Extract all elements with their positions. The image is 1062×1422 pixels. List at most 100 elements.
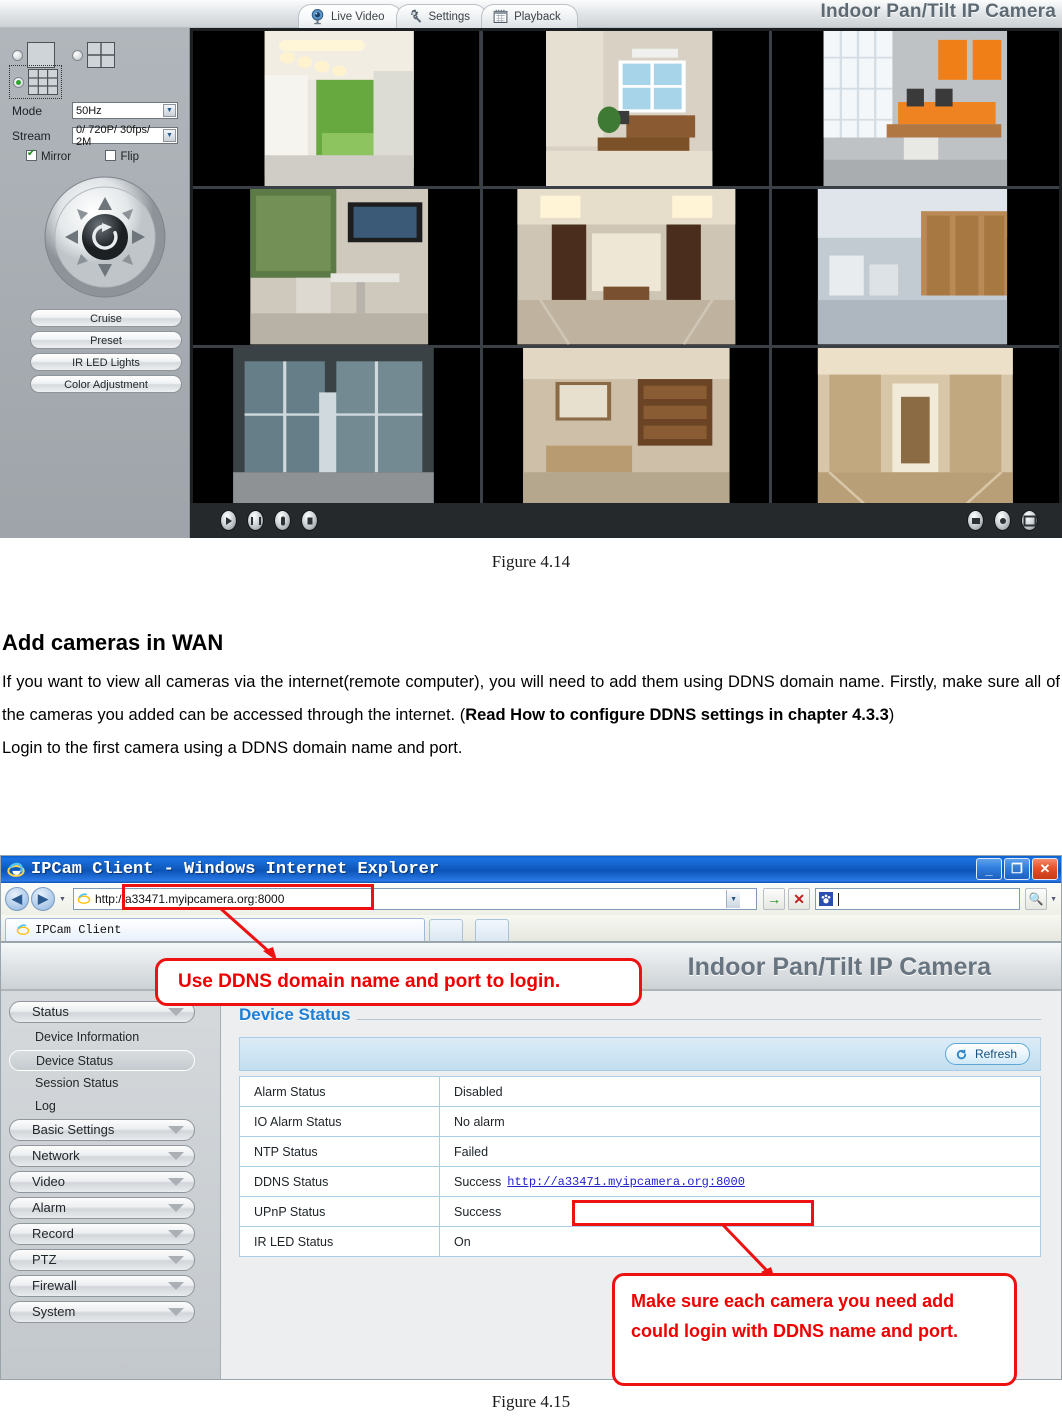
new-tab-button[interactable]	[429, 919, 463, 941]
sidebar-item-system[interactable]: System	[9, 1301, 195, 1323]
ddns-status-text: Success	[454, 1174, 502, 1189]
layout-option-quad[interactable]	[71, 42, 116, 68]
speaker-icon[interactable]	[301, 510, 318, 531]
maximize-button[interactable]: ❐	[1004, 858, 1030, 880]
ir-led-lights-button[interactable]: IR LED Lights	[30, 353, 182, 371]
sidebar-item-ptz[interactable]: PTZ	[9, 1249, 195, 1271]
radio-quad-icon[interactable]	[71, 49, 83, 61]
video-cell[interactable]	[772, 347, 1059, 503]
video-cell[interactable]	[772, 189, 1059, 345]
tab-live-video[interactable]: Live Video	[298, 4, 402, 28]
window-buttons: _ ❐ ✕	[976, 858, 1058, 880]
tab-list-button[interactable]	[475, 919, 509, 941]
forward-button[interactable]: ▶	[31, 887, 55, 911]
video-cell[interactable]	[193, 189, 480, 345]
sidebar-item-session-status[interactable]: Session Status	[9, 1073, 195, 1094]
video-feed-lobby-green	[193, 31, 480, 187]
ddns-url-link[interactable]: http://a33471.myipcamera.org:8000	[507, 1175, 745, 1189]
mode-select[interactable]: 50Hz ▼	[72, 102, 178, 119]
snapshot-icon[interactable]	[967, 510, 984, 531]
grid-1-icon	[27, 42, 56, 68]
device-status-table: Alarm Status Disabled IO Alarm Status No…	[239, 1076, 1041, 1257]
minimize-button[interactable]: _	[976, 858, 1002, 880]
sidebar-item-firewall-label: Firewall	[32, 1278, 77, 1293]
sidebar-item-firewall[interactable]: Firewall	[9, 1275, 195, 1297]
microphone-icon[interactable]	[274, 510, 291, 531]
table-row: IR LED Status On	[240, 1227, 1040, 1257]
video-feed-glass-entrance	[193, 347, 480, 503]
radio-nine-icon[interactable]	[13, 76, 24, 88]
back-button[interactable]: ◀	[5, 887, 29, 911]
record-icon[interactable]	[994, 510, 1011, 531]
callout-2-text: Make sure each camera you need add could…	[631, 1291, 958, 1341]
sidebar-item-device-status[interactable]: Device Status	[9, 1050, 195, 1071]
browser-title-text: IPCam Client - Windows Internet Explorer	[31, 860, 440, 879]
paragraph-1-bold: Read How to configure DDNS settings in c…	[465, 706, 889, 724]
status-value: Failed	[454, 1144, 489, 1159]
status-key: DDNS Status	[240, 1167, 440, 1196]
status-key: IO Alarm Status	[240, 1107, 440, 1136]
sidebar-item-network-label: Network	[32, 1148, 80, 1163]
layout-option-nine[interactable]	[8, 65, 63, 99]
close-button[interactable]: ✕	[1032, 858, 1058, 880]
video-cell[interactable]	[482, 189, 770, 345]
layout-option-single[interactable]	[12, 42, 56, 68]
camera-icon	[311, 9, 324, 25]
preset-button[interactable]: Preset	[30, 331, 182, 349]
search-input[interactable]	[815, 888, 1021, 910]
stop-x-icon[interactable]: ✕	[788, 888, 811, 910]
camera-ui-banner-title: Indoor Pan/Tilt IP Camera	[687, 953, 991, 981]
address-bar[interactable]: http://a33471.myipcamera.org:8000 ▼	[72, 888, 758, 910]
chevron-down-icon[interactable]: ▼	[163, 104, 176, 117]
flip-checkbox[interactable]	[105, 150, 117, 161]
status-key: UPnP Status	[240, 1197, 440, 1226]
history-dropdown-icon[interactable]: ▼	[59, 896, 66, 903]
video-cell[interactable]	[193, 347, 480, 503]
video-grid	[193, 31, 1059, 503]
ptz-action-buttons: Cruise Preset IR LED Lights Color Adjust…	[30, 309, 182, 397]
document-text-block: Add cameras in WAN If you want to view a…	[0, 630, 1062, 765]
ptz-joystick[interactable]	[32, 173, 178, 301]
chevron-down-icon[interactable]: ▼	[163, 129, 176, 142]
video-cell[interactable]	[193, 31, 480, 187]
sidebar-item-device-information[interactable]: Device Information	[9, 1027, 195, 1048]
sidebar-item-alarm[interactable]: Alarm	[9, 1197, 195, 1219]
chevron-down-icon	[168, 1256, 184, 1264]
search-caret	[838, 892, 840, 906]
document-paragraph-1: If you want to view all cameras via the …	[2, 666, 1060, 732]
page-icon	[77, 893, 91, 904]
magnifier-icon[interactable]: 🔍	[1025, 888, 1048, 910]
video-cell[interactable]	[772, 31, 1059, 187]
video-cell[interactable]	[482, 31, 770, 187]
cruise-button[interactable]: Cruise	[30, 309, 182, 327]
tab-settings[interactable]: Settings	[395, 4, 488, 28]
mirror-checkbox[interactable]	[26, 148, 37, 161]
browser-tab-ipcam-client[interactable]: IPCam Client	[5, 918, 425, 941]
sidebar-item-log[interactable]: Log	[9, 1096, 195, 1117]
flip-checkbox-wrap[interactable]: Flip	[105, 150, 139, 163]
sidebar-item-video[interactable]: Video	[9, 1171, 195, 1193]
fullscreen-icon[interactable]	[1021, 510, 1038, 531]
search-dropdown-icon[interactable]: ▼	[1050, 896, 1057, 903]
pause-icon[interactable]	[247, 510, 264, 531]
sidebar-item-record-label: Record	[32, 1226, 74, 1241]
refresh-button[interactable]: Refresh	[944, 1043, 1030, 1065]
sidebar-item-record[interactable]: Record	[9, 1223, 195, 1245]
sidebar-item-basic-settings-label: Basic Settings	[32, 1122, 115, 1137]
refresh-icon	[956, 1048, 967, 1059]
address-dropdown-icon[interactable]: ▼	[726, 890, 741, 908]
play-icon[interactable]	[220, 510, 237, 531]
grid-9-icon	[28, 69, 59, 95]
chevron-down-icon	[168, 1204, 184, 1212]
radio-single-icon[interactable]	[12, 49, 23, 61]
video-cell[interactable]	[482, 347, 770, 503]
sidebar-item-basic-settings[interactable]: Basic Settings	[9, 1119, 195, 1141]
stream-select[interactable]: 0/ 720P/ 30fps/ 2M ▼	[72, 124, 178, 148]
go-arrow-icon[interactable]: →	[763, 888, 786, 910]
mirror-checkbox-wrap[interactable]: Mirror	[26, 148, 74, 163]
sidebar-item-network[interactable]: Network	[9, 1145, 195, 1167]
color-adjustment-button[interactable]: Color Adjustment	[30, 375, 182, 393]
status-value: Success	[454, 1204, 502, 1219]
tab-playback[interactable]: Playback	[481, 4, 578, 28]
ptz-joystick-icon[interactable]	[32, 173, 178, 301]
